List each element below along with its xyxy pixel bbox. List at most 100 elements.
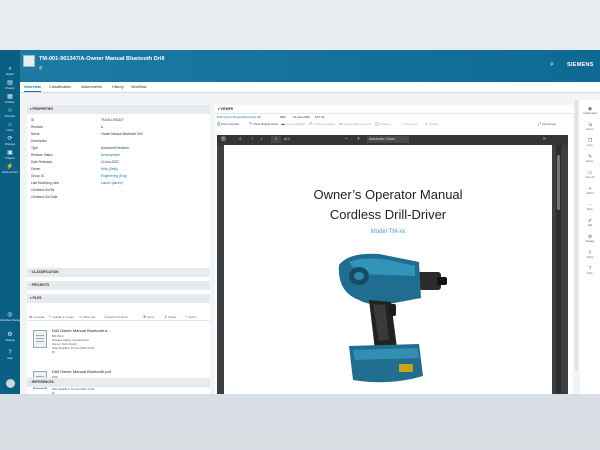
- create-annotation-button[interactable]: ✐ Create Annotation: [309, 122, 336, 126]
- pdf-zoom-out-icon[interactable]: −: [345, 136, 348, 142]
- file-list-item[interactable]: Drill Owner Manual Bluetooth.d... MS Wor…: [33, 328, 208, 358]
- viewer-file-select[interactable]: Drill Owner Manual Bluetooth.pdf: [217, 115, 261, 119]
- rail-item-favorites[interactable]: ☆ Favorites: [0, 108, 20, 118]
- stamp-icon: ▭: [339, 121, 343, 126]
- highlight-icon: ▬: [281, 121, 285, 126]
- pdf-next-page-icon[interactable]: ↓: [260, 136, 263, 142]
- save-list-button[interactable]: ▭Save List: [79, 314, 95, 319]
- fullscreen-icon: ⤢: [538, 121, 542, 126]
- pdf-tools-icon[interactable]: »: [543, 136, 546, 142]
- rail-action-save-as[interactable]: ▭ Save As: [580, 170, 600, 179]
- rail-item-projects[interactable]: ▣ Projects: [0, 150, 20, 160]
- projects-icon: ▣: [7, 150, 13, 156]
- tab-history[interactable]: History: [112, 85, 124, 89]
- compare-button[interactable]: ⇆Compare: [29, 314, 45, 319]
- show-markup-button[interactable]: ✎ Show Markup Mode: [249, 122, 278, 126]
- prop-row-name: Name Owner Manual Bluetooth Drill: [31, 132, 143, 136]
- prop-row-revision: Revision A: [31, 125, 104, 129]
- create-highlight-button[interactable]: ▬ Create Highlight: [281, 122, 306, 126]
- prop-row-owner: Owner Kelly (Kelly): [31, 167, 118, 171]
- rail-item-help[interactable]: ? Help: [0, 350, 20, 360]
- markup-icon: ✎: [249, 121, 253, 126]
- prop-row-date-released: Date Released 10-Jun-2022: [31, 160, 119, 164]
- pdf-viewport[interactable]: Owner’s Operator Manual Cordless Drill-D…: [217, 145, 568, 394]
- rail-item-search[interactable]: ⌕ Search: [0, 66, 20, 76]
- pdf-zoom-select[interactable]: Automatic Zoom: [367, 136, 409, 143]
- document-thumbnail-icon: [23, 55, 35, 67]
- clear-save-button[interactable]: ◌ Clear Save: [401, 122, 418, 126]
- rail-action-manage[interactable]: ⚙ Manage: [580, 234, 600, 243]
- pdf-scrollbar[interactable]: [556, 145, 561, 394]
- tab-attachments[interactable]: Attachments: [81, 85, 102, 89]
- tab-overview[interactable]: Overview: [24, 85, 41, 92]
- viewer-file-info: Drill Owner Manual Bluetooth.pdf PDF 10-…: [217, 115, 325, 119]
- user-avatar-icon: [5, 379, 15, 388]
- rail-action-export[interactable]: ⇲ Export: [580, 122, 600, 131]
- upload-button[interactable]: ⇪Upload or Create: [48, 314, 74, 319]
- move-button[interactable]: ✥Move: [143, 314, 154, 319]
- rail-action-edit[interactable]: ✐ Edit: [580, 218, 600, 227]
- pdf-search-icon[interactable]: ⌕: [239, 136, 242, 142]
- tab-workflow[interactable]: Workflow: [131, 85, 147, 89]
- rail-item-settings[interactable]: ⚙ Settings: [0, 332, 20, 342]
- save-icon: ▭: [79, 314, 83, 319]
- section-viewer[interactable]: ▾ VIEWER: [215, 105, 573, 114]
- help-icon: ?: [8, 350, 12, 356]
- checkout-icon[interactable]: ⛭: [39, 65, 42, 70]
- rail-item-policies[interactable]: ▦ Policies: [0, 94, 20, 104]
- print-overview-button[interactable]: ⎙ Print Overview: [217, 122, 239, 126]
- prop-row-checked-out-date: Checked-Out Date: [31, 195, 58, 199]
- rail-action-revise[interactable]: ✎ Revise: [580, 154, 600, 163]
- rail-item-presets[interactable]: ▤ Presets: [0, 80, 20, 90]
- drill-illustration: [338, 253, 447, 383]
- prop-row-release-status: Release Status Development: [31, 153, 120, 157]
- section-references[interactable]: › REFERENCES: [27, 378, 210, 387]
- rail-item-active-change[interactable]: ◎ All Active Change: [0, 312, 20, 322]
- viewer-panel: ▾ VIEWER Drill Owner Manual Bluetooth.pd…: [215, 105, 573, 394]
- section-files[interactable]: ▾ FILES: [27, 294, 210, 303]
- export-icon: ⇲: [104, 314, 108, 319]
- checkout-badge-icon: ⛭: [52, 391, 55, 394]
- rail-action-copy[interactable]: ❐ Copy: [580, 138, 600, 147]
- viewer-toolbar: ⎙ Print Overview ✎ Show Markup Mode ▬ Cr…: [215, 122, 573, 134]
- rail-action-collaboration[interactable]: ◉ Collaboration: [580, 106, 600, 115]
- policies-icon: ▦: [7, 94, 13, 100]
- header-search-icon[interactable]: ⌕: [550, 61, 554, 69]
- section-classification[interactable]: › CLASSIFICATION: [27, 268, 210, 277]
- delete-button[interactable]: ✕Delete: [164, 314, 176, 319]
- presets-icon: ▤: [7, 80, 13, 86]
- pdf-page-input[interactable]: 1: [271, 136, 281, 143]
- prop-row-checked-out-by: Checked-Out By: [31, 188, 55, 192]
- rail-action-share[interactable]: ⇪ Share: [580, 250, 600, 259]
- pdf-zoom-in-icon[interactable]: +: [357, 136, 360, 142]
- delete-icon: ✕: [164, 314, 168, 319]
- section-projects[interactable]: › PROJECTS: [27, 281, 210, 290]
- rail-item-changes[interactable]: ⟳ Changes: [0, 136, 20, 146]
- pdf-sidebar-toggle-icon[interactable]: ▥: [221, 136, 226, 142]
- avatar[interactable]: [0, 375, 20, 393]
- prop-row-group-id: Group ID Engineering (Eng): [31, 174, 127, 178]
- update-icon: ✓: [425, 121, 429, 126]
- create-stamp-button[interactable]: ▭ Create Stamp Feature: [339, 122, 371, 126]
- measure-button[interactable]: ◫ Measure: [375, 122, 390, 126]
- rail-action-help[interactable]: ? Help: [580, 266, 600, 275]
- update-button[interactable]: ✓ Update: [425, 122, 438, 126]
- word-file-icon: [33, 330, 47, 348]
- rail-action-more[interactable]: ⋯ More: [580, 202, 600, 211]
- full-screen-button[interactable]: ⤢ Full Screen: [538, 122, 556, 126]
- page-scrollbar[interactable]: [575, 100, 578, 370]
- pdf-prev-page-icon[interactable]: ↑: [251, 136, 254, 142]
- app-window: ⌕ Search ▤ Presets ▦ Policies ☆ Favorites ⌂ H…: [0, 50, 600, 394]
- active-change-icon: ◎: [7, 312, 13, 318]
- section-properties[interactable]: ▾ PROPERTIES: [27, 105, 210, 114]
- add-icon: +: [185, 314, 188, 319]
- tab-classification[interactable]: Classification: [49, 85, 71, 89]
- add-to-button[interactable]: +Add to: [185, 314, 196, 319]
- prop-row-type: Type Document Revision: [31, 146, 129, 150]
- rail-action-add-to[interactable]: + Add To: [580, 186, 600, 195]
- rail-item-home[interactable]: ⌂ Home: [0, 122, 20, 132]
- rail-item-quick-access[interactable]: ⚡ Quick Access: [0, 164, 20, 174]
- star-icon: ☆: [7, 108, 13, 114]
- files-toolbar: ⇆Compare ⇪Upload or Create ▭Save List ⇲E…: [27, 312, 210, 321]
- export-excel-button[interactable]: ⇲Export To Excel: [104, 314, 128, 319]
